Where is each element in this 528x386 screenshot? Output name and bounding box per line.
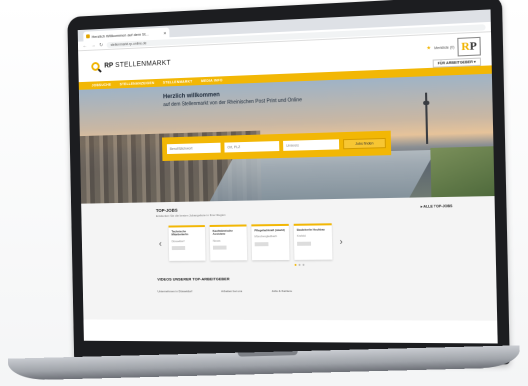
job-card[interactable]: Pflegefachkraft (m/w/d) Mönchengladbach	[251, 223, 290, 261]
company-logo	[254, 242, 269, 247]
location-input[interactable]	[224, 141, 280, 153]
laptop-notch	[237, 351, 298, 357]
video-item[interactable]: Arbeiten bei uns	[221, 289, 242, 293]
job-card-title: Kaufmännische Assistenz	[212, 228, 233, 237]
job-card-title: Bauleiter/in Hochbau	[296, 227, 325, 232]
back-icon[interactable]: ←	[83, 43, 88, 49]
company-logo	[171, 246, 186, 251]
video-item[interactable]: Unternehmen in Düsseldorf	[157, 289, 192, 293]
site-logo[interactable]: RP STELLENMARKT	[91, 58, 171, 71]
tv-tower-image	[425, 92, 429, 144]
hero-text: Herzlich willkommen auf dem Stellenmarkt…	[163, 89, 302, 108]
carousel-prev-icon[interactable]: ‹	[156, 238, 164, 248]
nav-item-media-info[interactable]: MEDIA INFO	[201, 78, 223, 83]
carousel-dots	[157, 263, 450, 267]
carousel-dot[interactable]	[294, 263, 297, 266]
nav-item-stellenmarkt[interactable]: STELLENMARKT	[163, 80, 193, 85]
job-card-title: Pflegefachkraft (m/w/d)	[254, 227, 285, 233]
all-top-jobs-link[interactable]: ▸ ALLE TOP-JOBS	[421, 204, 453, 209]
job-card-meta: Mönchengladbach	[254, 234, 278, 239]
job-card-meta: Neuss	[212, 238, 221, 243]
company-logo	[297, 241, 312, 246]
job-card[interactable]: Kaufmännische Assistenz Neuss	[209, 224, 248, 261]
nav-item-stellenanzeigen[interactable]: STELLENANZEIGEN	[120, 81, 155, 86]
riverbank-image	[430, 146, 495, 198]
top-jobs-carousel: ‹ Technische Mitarbeiter/in Düsseldorf K…	[156, 221, 481, 261]
header-right: ★ Merkliste (0) RP	[426, 36, 481, 58]
job-card-meta: Düsseldorf	[171, 238, 185, 243]
nav-item-jobsuche[interactable]: JOBSUCHE	[92, 83, 112, 88]
job-card[interactable]: Bauleiter/in Hochbau Krefeld	[293, 223, 333, 260]
job-card-title: Technische Mitarbeiter/in	[171, 229, 189, 237]
star-icon[interactable]: ★	[426, 45, 431, 51]
search-button[interactable]: Jobs finden	[342, 137, 386, 150]
reload-icon[interactable]: ↻	[99, 42, 103, 48]
magnifier-icon	[91, 61, 100, 71]
keyword-input[interactable]	[166, 142, 221, 155]
logo-stellenmarkt: STELLENMARKT	[115, 59, 171, 69]
video-item[interactable]: Jobs & Karriere	[272, 289, 293, 293]
videos-title: VIDEOS UNSERER TOP-ARBEITGEBER	[157, 276, 230, 282]
favicon-icon	[86, 34, 90, 39]
close-tab-icon[interactable]: ✕	[163, 30, 166, 35]
rp-brand-logo[interactable]: RP	[457, 36, 481, 57]
hero-banner: Herzlich willkommen auf dem Stellenmarkt…	[78, 73, 495, 204]
carousel-next-icon[interactable]: ›	[337, 236, 345, 246]
tab-title: Herzlich Willkommen auf dem St...	[91, 30, 149, 39]
carousel-dot[interactable]	[298, 263, 301, 266]
videos-row: Unternehmen in Düsseldorf Arbeiten bei u…	[157, 288, 481, 293]
top-jobs-section: TOP-JOBS Entdecken Sie die besten Jobang…	[81, 196, 498, 321]
logo-rp: RP	[104, 61, 114, 69]
laptop-lid: Herzlich Willkommen auf dem St... ✕ ← → …	[67, 0, 510, 365]
forward-icon[interactable]: →	[91, 42, 96, 48]
carousel-dot[interactable]	[302, 263, 305, 266]
company-logo	[212, 245, 227, 250]
laptop-screen: Herzlich Willkommen auf dem St... ✕ ← → …	[77, 9, 498, 344]
merkliste-link[interactable]: Merkliste (0)	[434, 45, 454, 50]
job-card[interactable]: Technische Mitarbeiter/in Düsseldorf	[168, 225, 206, 261]
radius-select[interactable]: Umkreis	[283, 139, 340, 151]
job-card-meta: Krefeld	[296, 234, 306, 239]
